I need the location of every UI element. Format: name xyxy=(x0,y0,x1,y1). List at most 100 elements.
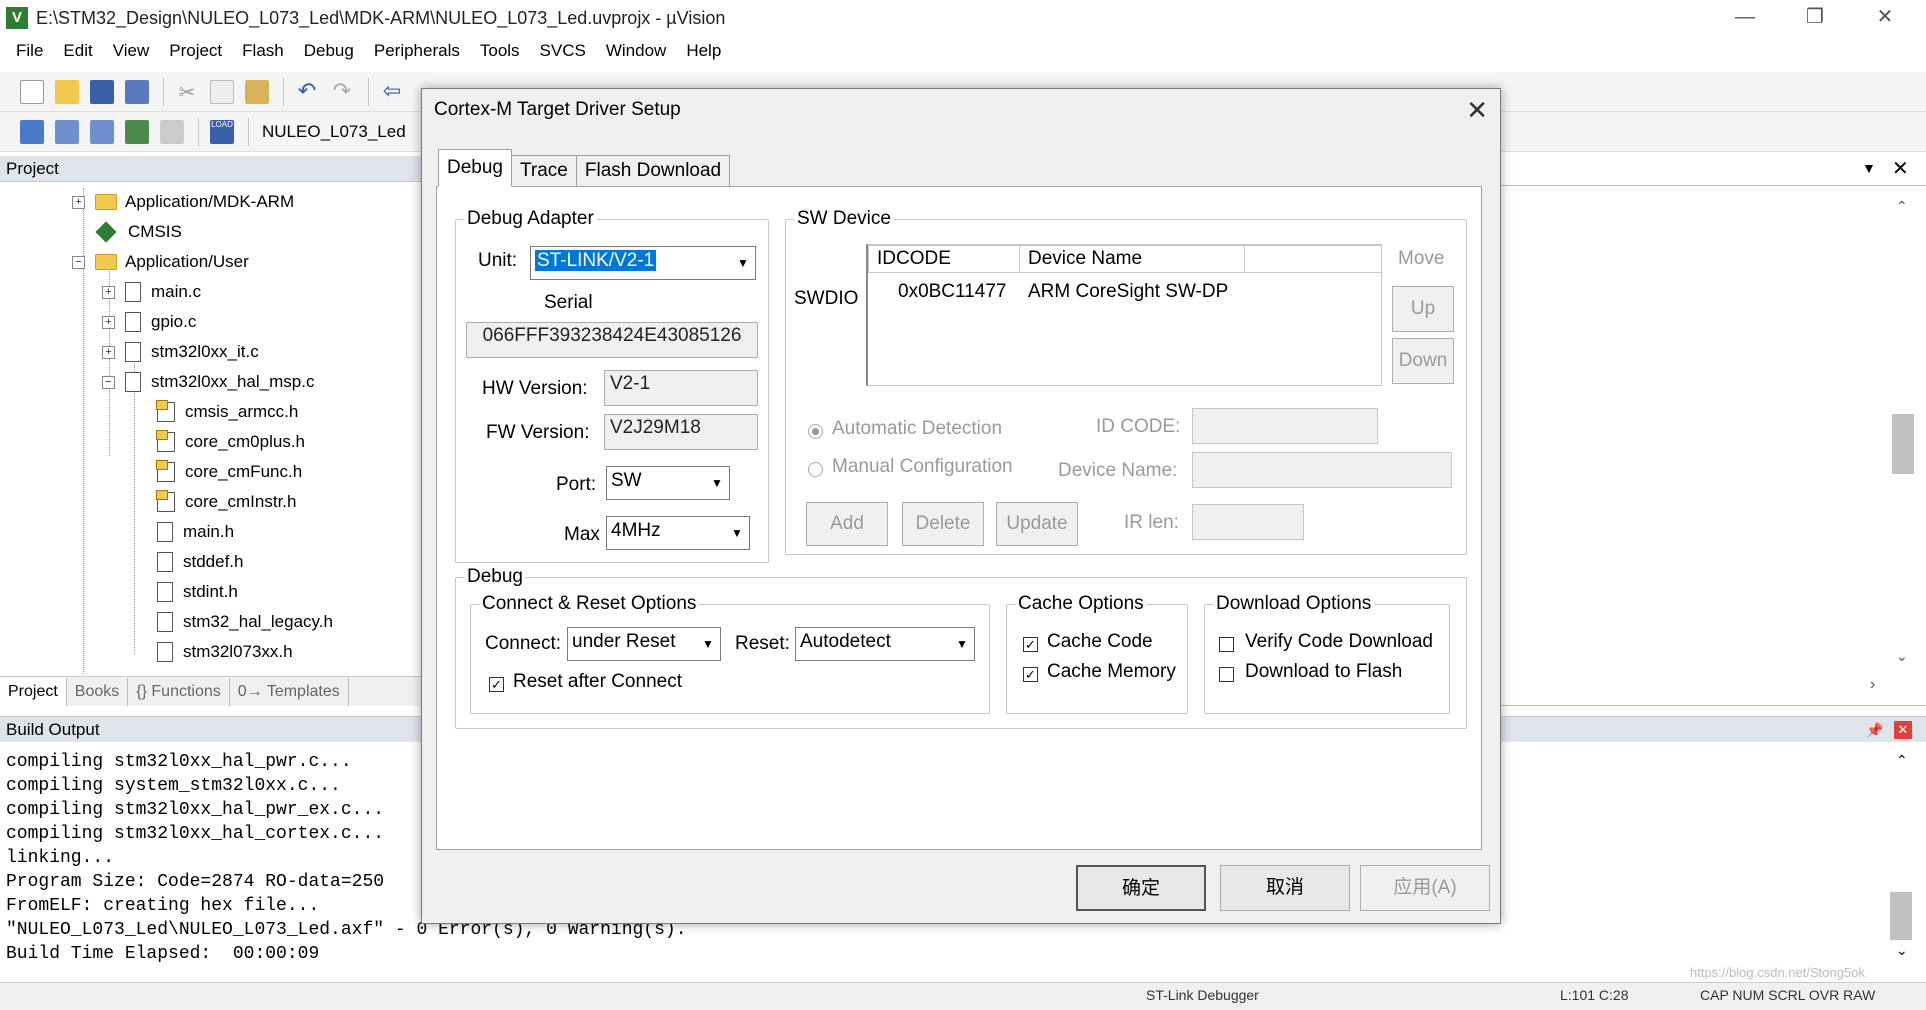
device-name[interactable]: ARM CoreSight SW-DP xyxy=(1028,281,1228,303)
expand-icon[interactable]: + xyxy=(102,315,115,329)
tree-item-header[interactable]: stdint.h xyxy=(157,578,238,606)
expand-icon[interactable]: + xyxy=(102,345,115,359)
cut-icon[interactable]: ✂ xyxy=(175,80,199,104)
tree-item-header[interactable]: core_cmFunc.h xyxy=(156,458,302,486)
move-up-button[interactable]: Up xyxy=(1392,286,1454,332)
dropdown-arrow-icon[interactable]: ▼ xyxy=(1862,160,1876,176)
ok-button[interactable]: 确定 xyxy=(1076,865,1206,911)
rebuild-icon[interactable] xyxy=(90,120,114,144)
scroll-down-icon[interactable]: ⌄ xyxy=(1896,648,1908,665)
load-download-icon[interactable]: LOAD xyxy=(210,120,234,144)
pin-icon[interactable]: 📌 xyxy=(1866,717,1883,743)
menu-tools[interactable]: Tools xyxy=(470,41,530,61)
menu-window[interactable]: Window xyxy=(596,41,676,61)
tab-project[interactable]: Project xyxy=(0,677,67,706)
apply-button[interactable]: 应用(A) xyxy=(1360,865,1490,911)
max-clock-select[interactable]: 4MHz ▼ xyxy=(606,516,750,550)
col-idcode[interactable]: IDCODE xyxy=(868,245,1020,273)
restore-button[interactable]: ❐ xyxy=(1780,0,1850,36)
cache-code-checkbox[interactable]: ✓ xyxy=(1023,637,1038,652)
unit-select[interactable]: ST-LINK/V2-1 ▼ xyxy=(530,246,756,280)
id-code-field[interactable] xyxy=(1192,408,1378,444)
minimize-button[interactable]: — xyxy=(1710,0,1780,36)
tab-flash-download[interactable]: Flash Download xyxy=(575,155,731,187)
scroll-up-icon[interactable]: ⌃ xyxy=(1896,198,1908,215)
tree-item-header[interactable]: stddef.h xyxy=(157,548,244,576)
editor-scroll-thumb[interactable] xyxy=(1892,414,1914,474)
menu-view[interactable]: View xyxy=(103,41,160,61)
collapse-icon[interactable]: − xyxy=(102,375,115,389)
manual-configuration-radio[interactable] xyxy=(808,462,823,477)
scroll-right-icon[interactable]: › xyxy=(1870,676,1875,694)
menu-svcs[interactable]: SVCS xyxy=(530,41,596,61)
tree-item-folder[interactable]: − Application/User xyxy=(72,248,249,276)
navigate-back-icon[interactable]: ⇦ xyxy=(380,80,404,104)
stop-build-icon[interactable] xyxy=(160,120,184,144)
undo-icon[interactable]: ↶ xyxy=(295,80,319,104)
save-icon[interactable] xyxy=(90,80,114,104)
tree-item-folder[interactable]: + Application/MDK-ARM xyxy=(72,188,294,216)
menu-project[interactable]: Project xyxy=(159,41,232,61)
download-to-flash-checkbox[interactable] xyxy=(1219,667,1234,682)
menu-edit[interactable]: Edit xyxy=(53,41,102,61)
reset-select[interactable]: Autodetect ▼ xyxy=(795,627,975,661)
close-editor-icon[interactable]: ✕ xyxy=(1892,156,1909,181)
collapse-icon[interactable]: − xyxy=(72,255,85,269)
tab-templates[interactable]: 0→ Templates xyxy=(230,677,349,706)
dialog-close-icon[interactable]: ✕ xyxy=(1466,95,1488,126)
expand-icon[interactable]: + xyxy=(72,195,85,209)
col-empty[interactable] xyxy=(1244,245,1382,273)
tree-item-header[interactable]: stm32l073xx.h xyxy=(157,638,293,666)
tree-item-file[interactable]: + gpio.c xyxy=(102,308,196,336)
output-scrollbar[interactable]: ⌃ ⌄ xyxy=(1890,752,1912,962)
copy-icon[interactable] xyxy=(210,80,234,104)
port-select[interactable]: SW ▼ xyxy=(606,466,730,500)
tree-item-file[interactable]: + main.c xyxy=(102,278,201,306)
col-device-name[interactable]: Device Name xyxy=(1019,245,1245,273)
tab-books[interactable]: Books xyxy=(67,677,129,706)
open-file-icon[interactable] xyxy=(55,80,79,104)
build-icon[interactable] xyxy=(55,120,79,144)
tab-functions[interactable]: {} Functions xyxy=(128,677,230,706)
translate-icon[interactable] xyxy=(20,120,44,144)
connect-select[interactable]: under Reset ▼ xyxy=(567,627,721,661)
save-all-icon[interactable] xyxy=(125,80,149,104)
expand-icon[interactable]: + xyxy=(102,285,115,299)
tree-item-header[interactable]: cmsis_armcc.h xyxy=(156,398,298,426)
ir-len-field[interactable] xyxy=(1192,504,1304,540)
tree-item-header[interactable]: core_cm0plus.h xyxy=(156,428,305,456)
automatic-detection-radio[interactable] xyxy=(808,424,823,439)
reset-after-connect-checkbox[interactable]: ✓ xyxy=(489,677,504,692)
menu-flash[interactable]: Flash xyxy=(232,41,294,61)
menu-debug[interactable]: Debug xyxy=(294,41,364,61)
redo-icon[interactable]: ↷ xyxy=(330,80,354,104)
tab-trace[interactable]: Trace xyxy=(511,155,577,187)
tree-item-header[interactable]: core_cmInstr.h xyxy=(156,488,297,516)
menu-help[interactable]: Help xyxy=(676,41,731,61)
batch-build-icon[interactable] xyxy=(125,120,149,144)
new-file-icon[interactable] xyxy=(20,80,44,104)
tree-item-cmsis[interactable]: CMSIS xyxy=(95,218,182,246)
editor-area[interactable]: ⌃ ⌄ › xyxy=(1500,186,1926,706)
delete-button[interactable]: Delete xyxy=(902,502,984,546)
close-output-icon[interactable]: ✕ xyxy=(1894,721,1912,739)
device-name-field[interactable] xyxy=(1192,452,1452,488)
verify-code-download-checkbox[interactable] xyxy=(1219,637,1234,652)
scroll-down-icon[interactable]: ⌄ xyxy=(1896,942,1908,959)
update-button[interactable]: Update xyxy=(996,502,1078,546)
tree-item-file[interactable]: − stm32l0xx_hal_msp.c xyxy=(102,368,314,396)
scroll-up-icon[interactable]: ⌃ xyxy=(1896,752,1908,769)
device-idcode[interactable]: 0x0BC11477 xyxy=(898,281,1006,303)
tree-item-header[interactable]: stm32_hal_legacy.h xyxy=(157,608,333,636)
tree-item-header[interactable]: main.h xyxy=(157,518,234,546)
tree-item-file[interactable]: + stm32l0xx_it.c xyxy=(102,338,259,366)
move-down-button[interactable]: Down xyxy=(1392,338,1454,384)
cache-memory-checkbox[interactable]: ✓ xyxy=(1023,667,1038,682)
device-list[interactable]: IDCODE Device Name 0x0BC11477 ARM CoreSi… xyxy=(866,244,1382,386)
add-button[interactable]: Add xyxy=(806,502,888,546)
menu-peripherals[interactable]: Peripherals xyxy=(364,41,470,61)
output-scroll-thumb[interactable] xyxy=(1890,892,1912,940)
close-window-button[interactable]: ✕ xyxy=(1850,0,1920,36)
tab-debug[interactable]: Debug xyxy=(438,149,512,187)
target-select[interactable]: NULEO_L073_Led xyxy=(262,122,406,142)
